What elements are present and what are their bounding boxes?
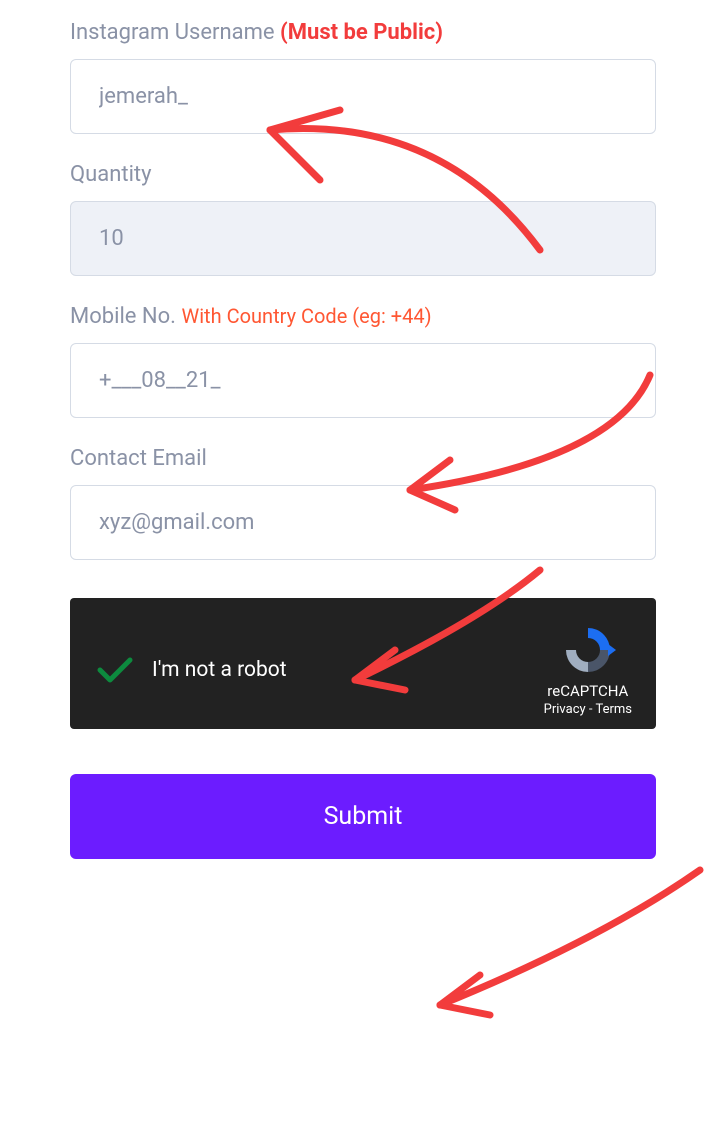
username-input[interactable] [70,59,656,134]
recaptcha-left-section: I'm not a robot [94,650,287,690]
mobile-label: Mobile No. With Country Code (eg: +44) [70,304,656,329]
recaptcha-brand-text: reCAPTCHA [547,682,628,700]
mobile-label-text: Mobile No. [70,304,176,329]
username-label-text: Instagram Username [70,20,275,45]
recaptcha-privacy-link[interactable]: Privacy [544,702,586,717]
submit-button[interactable]: Submit [70,774,656,859]
email-field-group: Contact Email [70,446,656,560]
email-label: Contact Email [70,446,656,471]
quantity-input[interactable] [70,201,656,276]
recaptcha-links-separator: - [586,702,596,717]
quantity-field-group: Quantity [70,162,656,276]
recaptcha-links: Privacy - Terms [544,702,632,717]
mobile-field-group: Mobile No. With Country Code (eg: +44) [70,304,656,418]
username-field-group: Instagram Username (Must be Public) [70,20,656,134]
recaptcha-logo-icon [560,622,616,678]
recaptcha-text: I'm not a robot [152,658,287,682]
recaptcha-terms-link[interactable]: Terms [595,702,632,717]
recaptcha-right-section: reCAPTCHA Privacy - Terms [544,622,632,717]
recaptcha-widget[interactable]: I'm not a robot reCAPTCHA Privacy - Term… [70,598,656,729]
checkmark-icon [94,650,134,690]
email-input[interactable] [70,485,656,560]
mobile-input[interactable] [70,343,656,418]
quantity-label: Quantity [70,162,656,187]
username-label-accent: (Must be Public) [280,20,443,45]
username-label: Instagram Username (Must be Public) [70,20,656,45]
mobile-label-accent: With Country Code (eg: +44) [181,304,431,328]
